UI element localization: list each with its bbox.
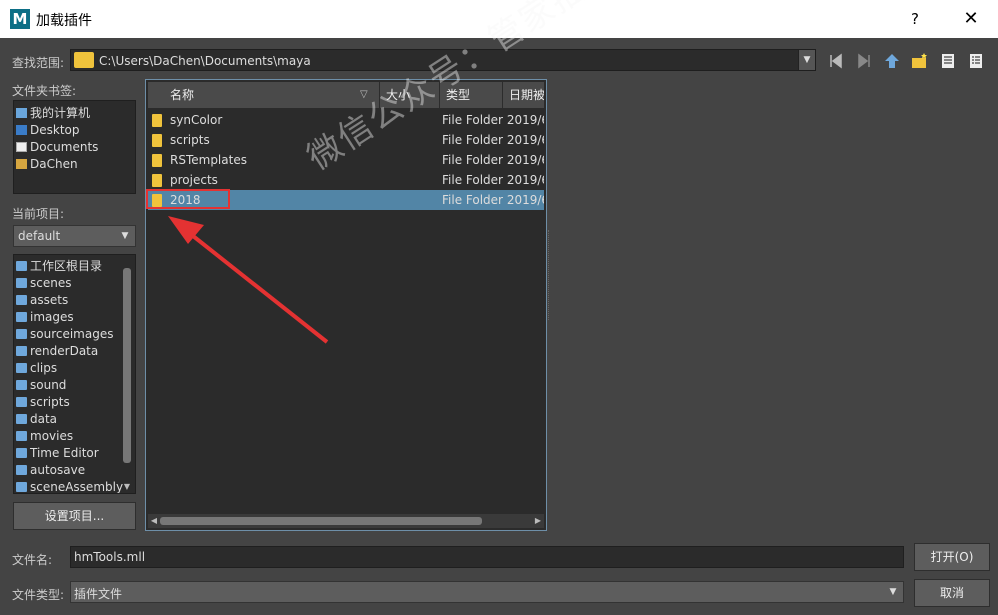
filetype-value: 插件文件 xyxy=(74,587,123,601)
annotation-arrow xyxy=(168,216,329,344)
chevron-down-icon[interactable]: ▼ xyxy=(883,582,903,602)
open-button[interactable]: 打开(O) xyxy=(914,543,990,571)
cancel-button[interactable]: 取消 xyxy=(914,579,990,607)
filetype-label: 文件类型: xyxy=(12,588,65,602)
filename-label: 文件名: xyxy=(12,553,53,567)
filetype-combo[interactable]: 插件文件 ▼ xyxy=(70,581,904,603)
filename-input[interactable]: hmTools.mll xyxy=(70,546,904,568)
